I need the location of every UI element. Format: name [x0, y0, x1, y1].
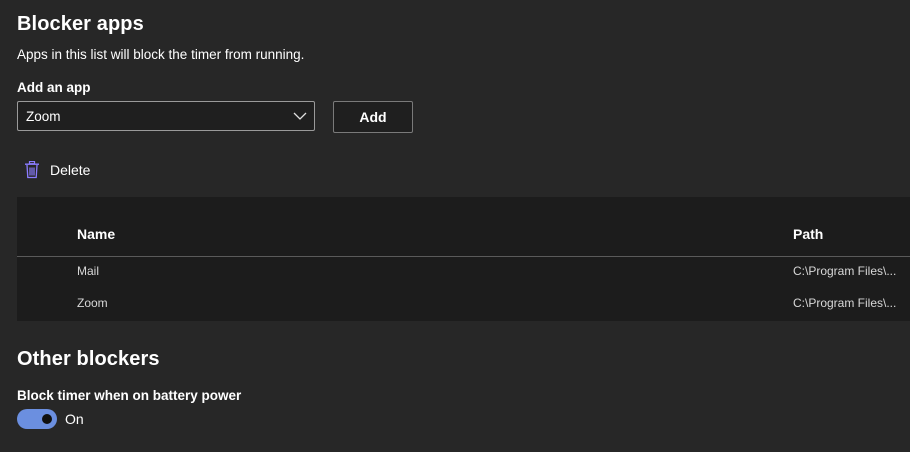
delete-label: Delete — [50, 162, 91, 178]
battery-power-toggle[interactable] — [17, 409, 57, 429]
table-header: Name Path — [17, 197, 910, 257]
blocker-apps-table: Name Path Mail C:\Program Files\... Zoom… — [17, 197, 910, 321]
app-select-dropdown[interactable]: Zoom — [17, 101, 315, 131]
table-row[interactable]: Zoom C:\Program Files\... — [17, 288, 910, 320]
blocker-apps-description: Apps in this list will block the timer f… — [17, 47, 305, 62]
row-name-cell: Mail — [77, 264, 100, 278]
app-select-value: Zoom — [26, 109, 61, 124]
toggle-knob — [42, 414, 52, 424]
add-button[interactable]: Add — [333, 101, 413, 133]
trash-icon — [25, 161, 39, 179]
add-app-label: Add an app — [17, 80, 91, 95]
blocker-apps-title: Blocker apps — [17, 13, 144, 35]
row-name-cell: Zoom — [77, 296, 108, 310]
row-path-cell: C:\Program Files\... — [793, 264, 897, 278]
table-row[interactable]: Mail C:\Program Files\... — [17, 256, 910, 288]
battery-power-label: Block timer when on battery power — [17, 388, 242, 403]
battery-toggle-state: On — [65, 411, 84, 427]
delete-button[interactable]: Delete — [24, 158, 90, 182]
column-header-path[interactable]: Path — [793, 226, 823, 242]
row-path-cell: C:\Program Files\... — [793, 296, 897, 310]
column-header-name[interactable]: Name — [77, 226, 115, 242]
settings-page: Blocker apps Apps in this list will bloc… — [0, 0, 910, 452]
other-blockers-title: Other blockers — [17, 348, 160, 370]
chevron-down-icon — [293, 112, 307, 120]
